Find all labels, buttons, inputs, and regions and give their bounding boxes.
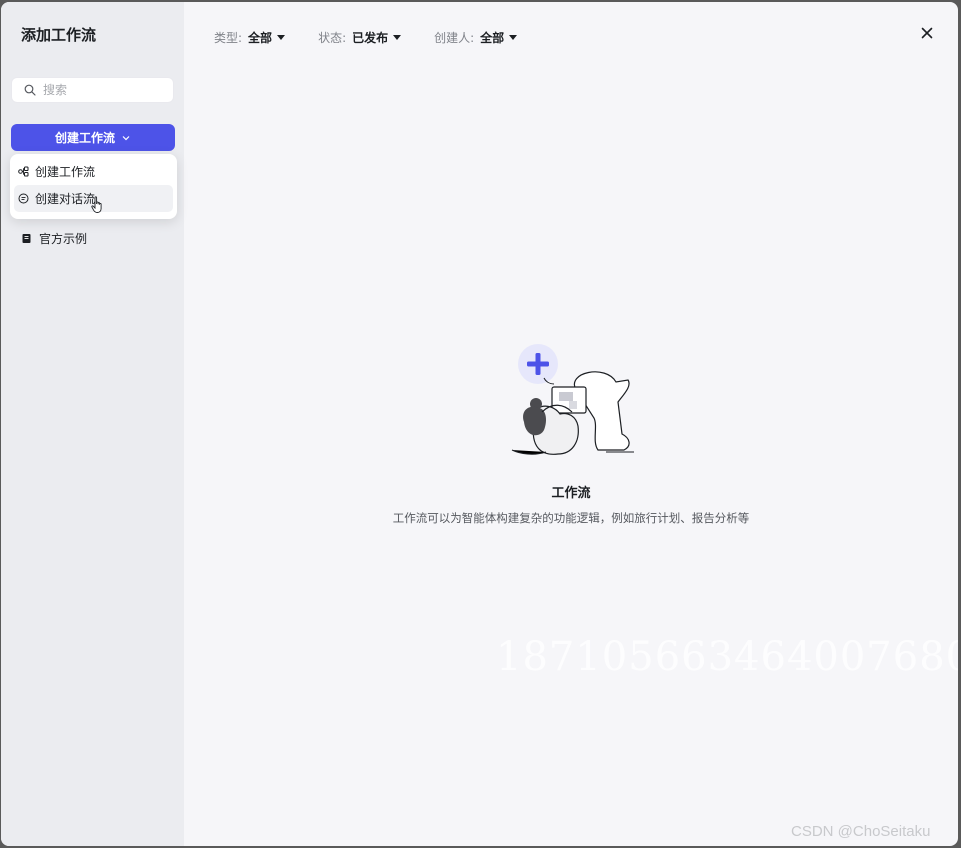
sidebar: 添加工作流 创建工作流 创建工作流: [1, 2, 184, 846]
book-icon: [22, 234, 31, 243]
caret-down-icon: [277, 35, 286, 40]
empty-state-description: 工作流可以为智能体构建复杂的功能逻辑，例如旅行计划、报告分析等: [392, 511, 750, 525]
empty-state-title: 工作流: [551, 486, 591, 501]
filter-label: 创建人:: [434, 31, 475, 45]
chat-flow-icon: [18, 193, 29, 204]
search-icon: [24, 84, 36, 96]
add-workflow-dialog: 添加工作流 创建工作流 创建工作流: [1, 2, 958, 846]
empty-workflow-illustration: [511, 344, 634, 455]
filter-value: 已发布: [352, 31, 389, 45]
watermark-number: 18710566346400768025: [496, 634, 958, 680]
menu-item-label: 创建工作流: [35, 165, 96, 179]
sidebar-item-label: 官方示例: [39, 232, 88, 246]
filter-value: 全部: [248, 31, 273, 45]
watermark-csdn: CSDN @ChoSeitaku: [791, 823, 931, 840]
menu-item-create-workflow[interactable]: 创建工作流: [14, 158, 173, 185]
close-icon: [921, 27, 933, 39]
filter-label: 状态:: [318, 31, 347, 45]
caret-down-icon: [393, 35, 402, 40]
filter-bar: 类型: 全部 状态: 已发布 创建人: 全部: [214, 29, 518, 46]
filter-status[interactable]: 状态: 已发布: [318, 29, 402, 46]
sidebar-item-official-examples[interactable]: 官方示例: [21, 230, 87, 247]
filter-type[interactable]: 类型: 全部: [214, 29, 286, 46]
create-workflow-button-label: 创建工作流: [54, 131, 115, 145]
filter-creator[interactable]: 创建人: 全部: [434, 29, 518, 46]
dialog-title: 添加工作流: [21, 26, 97, 44]
chevron-down-icon: [122, 135, 130, 140]
empty-state: 工作流 工作流可以为智能体构建复杂的功能逻辑，例如旅行计划、报告分析等: [184, 342, 958, 526]
workflow-icon: [18, 166, 29, 177]
close-button[interactable]: [918, 24, 936, 42]
filter-label: 类型:: [214, 31, 243, 45]
create-workflow-button[interactable]: 创建工作流: [11, 124, 175, 151]
filter-value: 全部: [480, 31, 505, 45]
search-input[interactable]: [43, 83, 163, 97]
menu-item-label: 创建对话流: [35, 192, 96, 206]
hand-cursor-icon: [91, 196, 102, 213]
caret-down-icon: [509, 35, 518, 40]
search-box[interactable]: [11, 77, 174, 103]
